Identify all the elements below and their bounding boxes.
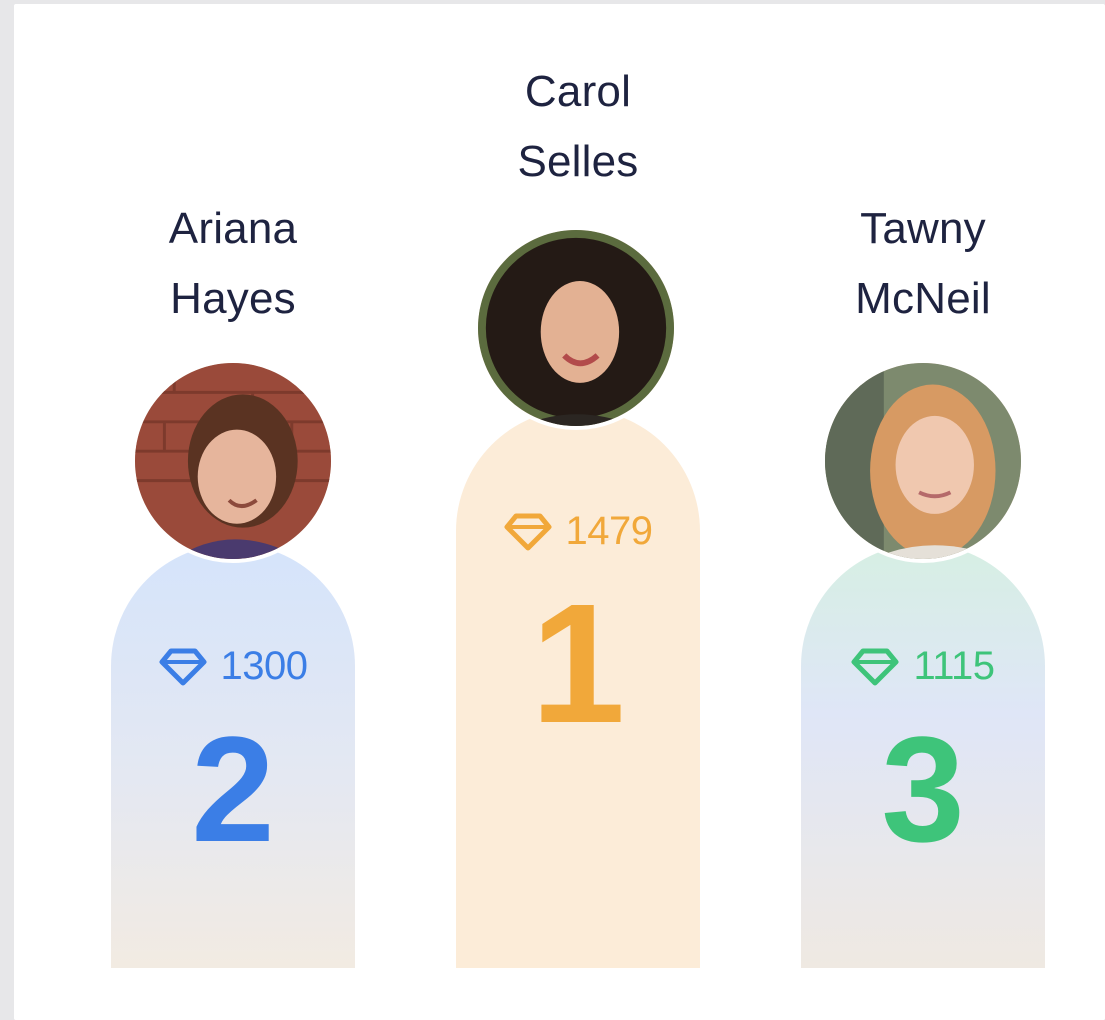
first-name: Tawny <box>860 204 986 253</box>
last-name: McNeil <box>855 274 991 323</box>
score-second: 1300 <box>111 644 355 689</box>
avatar-photo <box>825 363 1021 559</box>
last-name: Selles <box>517 137 639 186</box>
pillar-third: 1115 3 <box>801 544 1045 968</box>
user-name-first: Carol Selles <box>456 57 700 197</box>
pillar-second: 1300 2 <box>111 544 355 968</box>
avatar-second[interactable] <box>131 359 335 563</box>
score-value: 1479 <box>565 509 653 553</box>
first-name: Ariana <box>168 204 298 253</box>
avatar-third[interactable] <box>821 359 1025 563</box>
avatar-first[interactable] <box>474 226 678 430</box>
gem-icon <box>504 513 552 551</box>
avatar-photo <box>135 363 331 559</box>
user-name-second: Ariana Hayes <box>111 194 355 334</box>
score-value: 1115 <box>913 644 995 688</box>
gem-icon <box>159 648 207 686</box>
last-name: Hayes <box>170 274 296 323</box>
user-name-third: Tawny McNeil <box>801 194 1045 334</box>
pillar-first: 1479 1 <box>456 409 700 968</box>
rank-second: 2 <box>191 705 275 873</box>
avatar-photo <box>478 230 674 426</box>
score-value: 1300 <box>220 644 308 688</box>
rank-third: 3 <box>881 705 965 873</box>
score-first: 1479 <box>456 509 700 554</box>
leaderboard-card: Ariana Hayes 1300 2 Carol Selles 1479 1 … <box>14 4 1105 1020</box>
gem-icon <box>851 648 899 686</box>
score-third: 1115 <box>801 644 1045 689</box>
rank-first: 1 <box>530 569 626 759</box>
first-name: Carol <box>524 67 632 116</box>
